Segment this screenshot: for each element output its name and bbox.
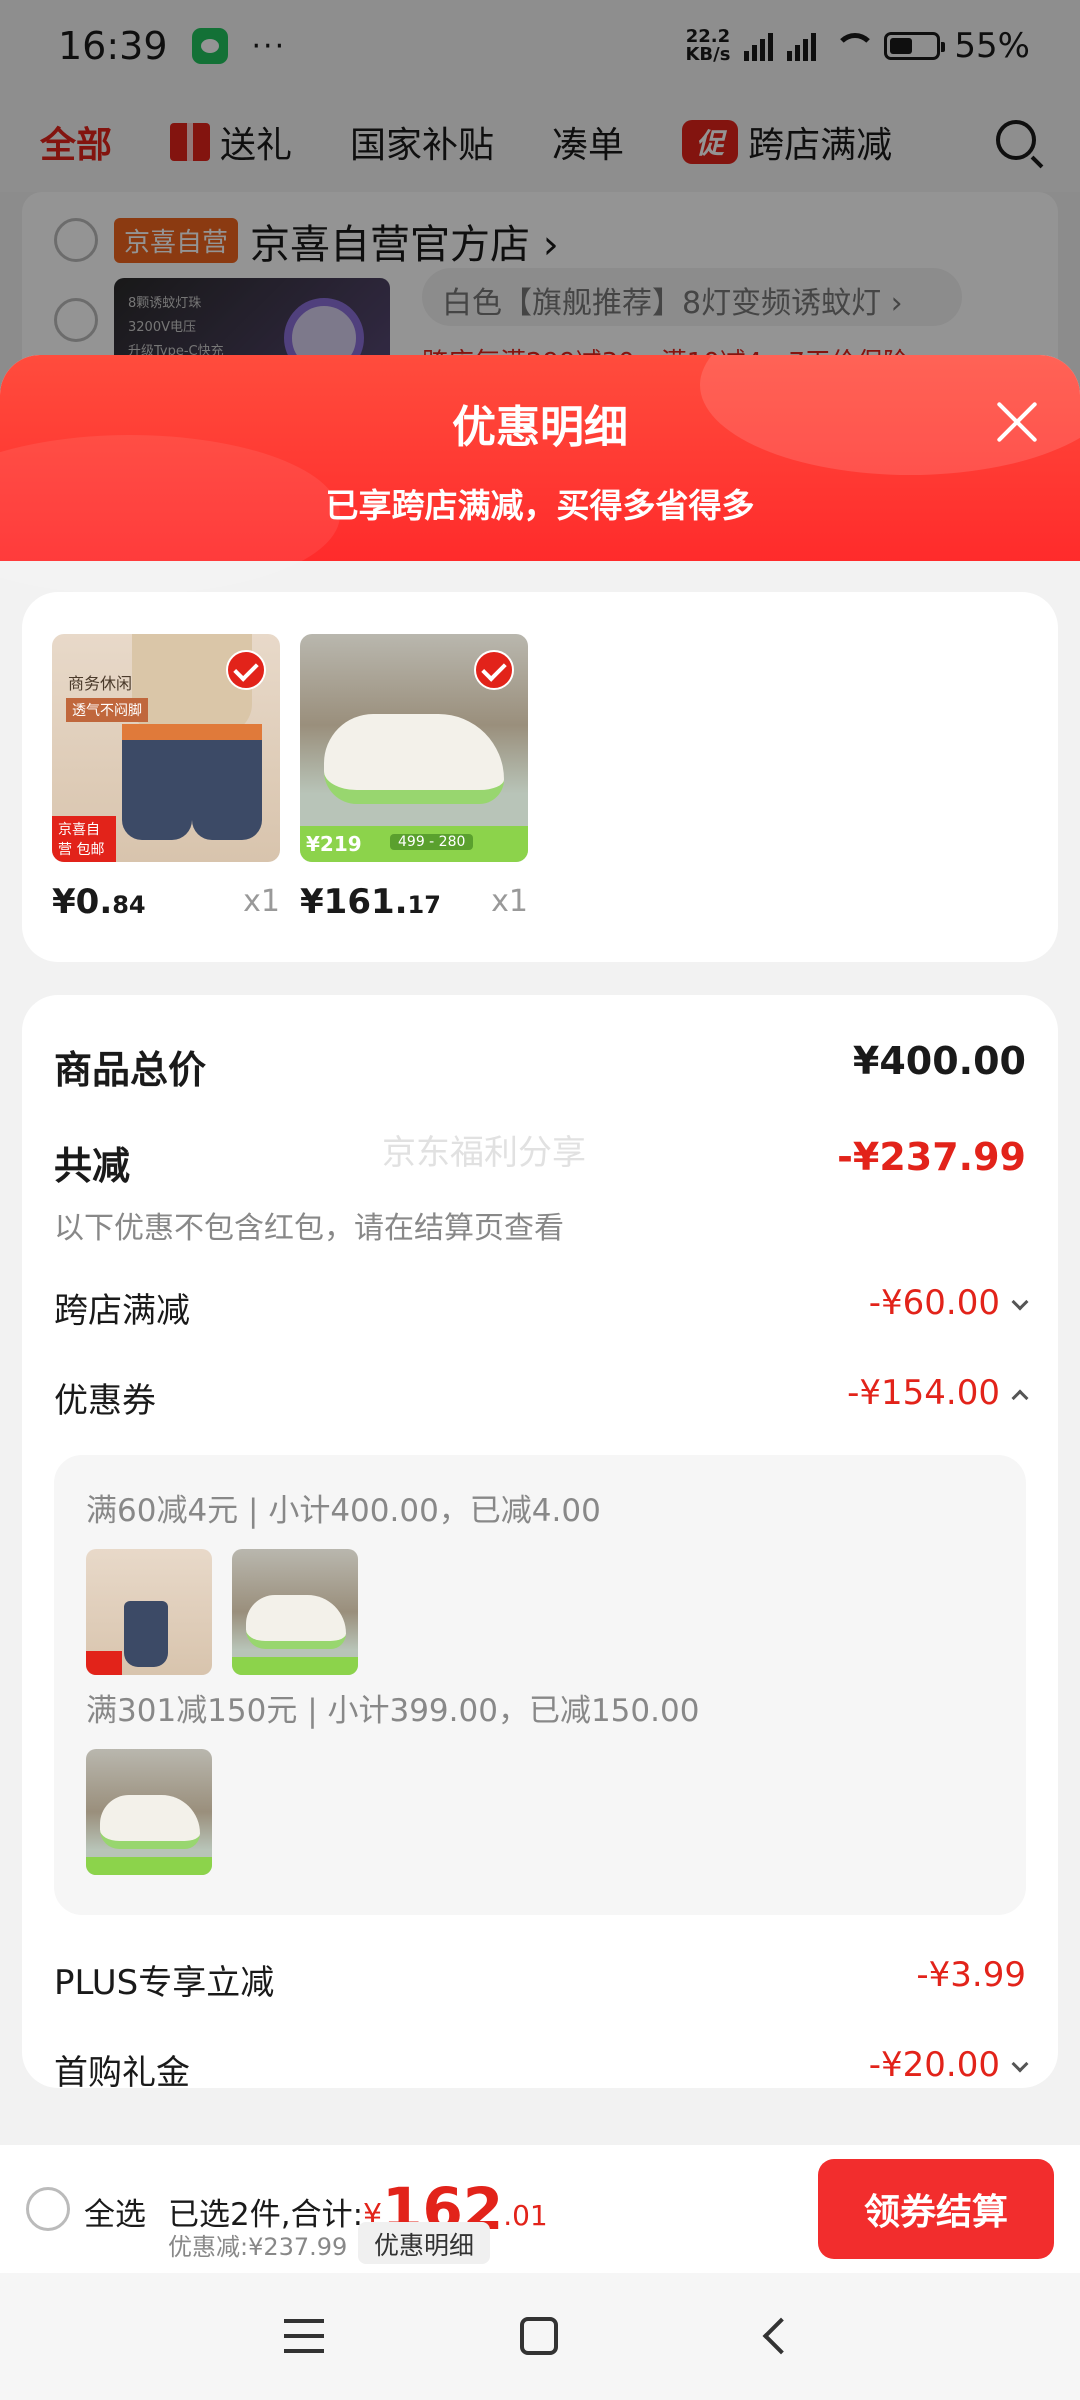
first-buy-row[interactable]: 首购礼金 -¥20.00 — [54, 2045, 1029, 2095]
plus-discount-row: PLUS专享立减 -¥3.99 — [54, 1955, 1026, 2005]
checkout-bar: 全选 已选2件,合计:¥162.01 优惠减:¥237.99 优惠明细 领券结算 — [0, 2145, 1080, 2273]
select-all-radio[interactable] — [26, 2187, 70, 2231]
home-icon[interactable] — [520, 2317, 558, 2355]
image-sock — [192, 724, 262, 840]
cross-store-value: -¥60.00 — [868, 1283, 1000, 1323]
coupon-row[interactable]: 优惠券 -¥154.00 — [54, 1373, 1029, 1423]
coupon-detail-panel: 满60减4元 | 小计400.00，已减4.00 满301减150元 | 小计3… — [54, 1455, 1026, 1915]
chevron-down-icon[interactable] — [1011, 1293, 1029, 1311]
coupon-rule: 满60减4元 | 小计400.00，已减4.00 — [86, 1493, 601, 1529]
discount-detail-button[interactable]: 优惠明细 — [358, 2222, 491, 2264]
chevron-down-icon[interactable] — [1011, 2055, 1029, 2073]
discount-detail-sheet: 优惠明细 已享跨店满减，买得多省得多 商务休闲 透气不闷脚 京喜自营 包邮 ¥0… — [0, 355, 1080, 2270]
product-price: ¥0.84 — [52, 882, 146, 922]
price-integer: ¥0. — [52, 882, 113, 922]
price-integer: ¥161. — [300, 882, 408, 922]
first-buy-value: -¥20.00 — [868, 2045, 1000, 2085]
total-discount-label: 共减 — [54, 1144, 131, 1188]
sheet-subtitle: 已享跨店满减，买得多省得多 — [325, 486, 755, 525]
total-price-label: 商品总价 — [54, 1048, 207, 1092]
coupon-product-thumb-shoe[interactable] — [86, 1749, 212, 1875]
coupon-label: 优惠券 — [54, 1381, 156, 1421]
image-sock — [122, 724, 192, 840]
discount-breakdown-card: 商品总价 ¥400.00 京东福利分享 共减 -¥237.99 以下优惠不包含红… — [22, 995, 1058, 2093]
strip-price: ¥219 — [306, 832, 362, 856]
first-buy-value-group: -¥20.00 — [868, 2045, 1029, 2085]
product-quantity: x1 — [243, 884, 280, 919]
price-decimal: 84 — [112, 891, 146, 919]
total-amount-decimal: .01 — [503, 2199, 548, 2232]
menu-icon[interactable] — [284, 2319, 324, 2353]
saved-amount: 优惠减:¥237.99 — [168, 2233, 348, 2261]
chevron-up-icon[interactable] — [1011, 1389, 1029, 1407]
system-nav-bar — [0, 2273, 1080, 2400]
total-discount-value: -¥237.99 — [837, 1135, 1026, 1179]
product-item-socks[interactable]: 商务休闲 透气不闷脚 京喜自营 包邮 ¥0.84 x1 — [52, 634, 280, 922]
plus-discount-value: -¥3.99 — [916, 1955, 1026, 1995]
coupon-product-thumb-shoe[interactable] — [232, 1549, 358, 1675]
plus-discount-label: PLUS专享立减 — [54, 1963, 275, 2003]
cross-store-value-group: -¥60.00 — [868, 1283, 1029, 1323]
check-icon[interactable] — [474, 650, 514, 690]
image-caption: 商务休闲 — [68, 674, 133, 693]
total-discount-row: 共减 -¥237.99 — [54, 1135, 1026, 1188]
check-icon[interactable] — [226, 650, 266, 690]
close-icon[interactable] — [994, 399, 1040, 445]
total-price-row: 商品总价 ¥400.00 — [54, 1039, 1026, 1092]
total-price-value: ¥400.00 — [852, 1039, 1026, 1083]
coupon-rule: 满301减150元 | 小计399.00，已减150.00 — [86, 1693, 700, 1729]
image-price-strip: ¥219 499 - 280 — [300, 826, 528, 862]
coupon-value: -¥154.00 — [847, 1373, 1000, 1413]
modal-overlay[interactable] — [0, 0, 1080, 400]
product-item-shoe[interactable]: ¥219 499 - 280 ¥161.17 x1 — [300, 634, 528, 922]
select-all-label[interactable]: 全选 — [84, 2189, 146, 2234]
sheet-header: 优惠明细 已享跨店满减，买得多省得多 — [0, 355, 1080, 595]
cross-store-row[interactable]: 跨店满减 -¥60.00 — [54, 1283, 1029, 1333]
checkout-button[interactable]: 领券结算 — [818, 2159, 1054, 2259]
coupon-value-group: -¥154.00 — [847, 1373, 1029, 1413]
cross-store-label: 跨店满减 — [54, 1291, 190, 1331]
coupon-product-thumb-socks[interactable] — [86, 1549, 212, 1675]
product-image-socks[interactable]: 商务休闲 透气不闷脚 京喜自营 包邮 — [52, 634, 280, 862]
image-shoe — [324, 714, 504, 804]
discount-note: 以下优惠不包含红包，请在结算页查看 — [54, 1211, 564, 1246]
strip-coupon: 499 - 280 — [390, 834, 474, 850]
product-price: ¥161.17 — [300, 882, 441, 922]
image-caption: 透气不闷脚 — [66, 698, 148, 722]
product-image-shoe[interactable]: ¥219 499 - 280 — [300, 634, 528, 862]
image-badge: 京喜自营 包邮 — [52, 816, 116, 862]
selected-products-card: 商务休闲 透气不闷脚 京喜自营 包邮 ¥0.84 x1 ¥219 499 - 2… — [22, 592, 1058, 962]
sheet-title: 优惠明细 — [452, 402, 628, 453]
product-quantity: x1 — [491, 884, 528, 919]
discount-note-row: 以下优惠不包含红包，请在结算页查看 — [54, 1203, 1026, 1246]
first-buy-label: 首购礼金 — [54, 2053, 190, 2093]
price-decimal: 17 — [407, 891, 441, 919]
back-icon[interactable] — [762, 2317, 800, 2355]
